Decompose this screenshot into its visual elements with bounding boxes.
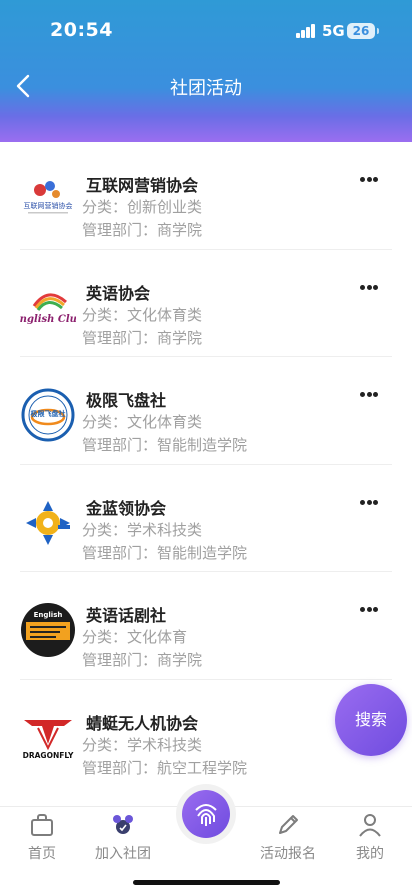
- club-category: 分类：学术科技类: [82, 735, 203, 754]
- club-name: 英语话剧社: [86, 606, 167, 625]
- pencil-icon: [279, 815, 298, 834]
- club-name: 极限飞盘社: [86, 391, 167, 410]
- club-department: 管理部门：商学院: [82, 221, 203, 239]
- fingerprint-button[interactable]: [176, 784, 236, 844]
- club-logo: 互联网营销协会: [22, 181, 74, 214]
- tab-home[interactable]: 首页: [22, 807, 62, 863]
- tab-label: 活动报名: [260, 846, 316, 862]
- group-icon: [113, 815, 133, 834]
- header: 20:54 5G 26 社团活动: [0, 0, 412, 142]
- club-name: 互联网营销协会: [86, 176, 199, 195]
- club-item[interactable]: 金蓝领协会 分类：学术科技类 管理部门：智能制造学院: [20, 465, 392, 572]
- club-logo: 极限飞盘社: [21, 388, 75, 442]
- club-category: 分类：文化体育: [82, 628, 188, 646]
- tab-label: 我的: [356, 846, 384, 862]
- network-label: 5G: [322, 22, 345, 40]
- signal-icon: [296, 24, 316, 38]
- tab-join-club[interactable]: 加入社团: [88, 807, 158, 863]
- club-department: 管理部门：智能制造学院: [82, 436, 248, 454]
- club-category: 分类：文化体育类: [82, 413, 203, 431]
- club-name: 蜻蜓无人机协会: [86, 713, 199, 733]
- club-department: 管理部门：商学院: [82, 651, 203, 669]
- battery-icon: 26: [347, 23, 379, 39]
- club-department: 管理部门：智能制造学院: [82, 543, 248, 562]
- logo-text: 极限飞盘社: [31, 409, 66, 418]
- club-logo: DRAGONFLY: [23, 719, 74, 760]
- club-item[interactable]: 极限飞盘社 极限飞盘社 分类：文化体育类 管理部门：智能制造学院: [20, 357, 392, 465]
- user-icon: [359, 814, 381, 837]
- logo-text: English: [34, 611, 63, 619]
- club-category: 分类：学术科技类: [82, 520, 203, 539]
- club-name: 英语协会: [86, 283, 151, 303]
- club-department: 管理部门：商学院: [82, 328, 203, 347]
- club-logo: English: [21, 603, 75, 657]
- logo-text: English Club: [20, 314, 76, 325]
- logo-text: 互联网营销协会: [24, 201, 73, 210]
- club-item[interactable]: DRAGONFLY 蜻蜓无人机协会 分类：学术科技类 管理部门：航空工程学院: [20, 680, 392, 788]
- club-logo: [26, 500, 70, 545]
- logo-text: DRAGONFLY: [23, 751, 74, 760]
- club-item[interactable]: 互联网营销协会 互联网营销协会 分类：创新创业类 管理部门：商学院: [20, 142, 392, 250]
- more-icon[interactable]: [360, 499, 378, 506]
- more-icon[interactable]: [360, 392, 378, 398]
- club-department: 管理部门：航空工程学院: [82, 758, 248, 777]
- more-icon[interactable]: [360, 284, 378, 291]
- fingerprint-icon: [195, 804, 217, 826]
- club-name: 金蓝领协会: [86, 498, 167, 518]
- bag-icon: [31, 814, 53, 836]
- club-item[interactable]: English Club 英语协会 分类：文化体育类 管理部门：商学院: [20, 250, 392, 357]
- more-icon[interactable]: [360, 607, 378, 613]
- tab-label: 首页: [28, 846, 56, 862]
- home-indicator: [133, 880, 280, 885]
- search-button[interactable]: 搜索: [335, 684, 407, 756]
- club-category: 分类：创新创业类: [82, 198, 203, 216]
- tab-label: 加入社团: [95, 846, 151, 862]
- club-category: 分类：文化体育类: [82, 305, 203, 324]
- more-icon[interactable]: [360, 177, 378, 183]
- status-bar: 20:54 5G 26: [0, 0, 412, 60]
- status-time: 20:54: [50, 19, 113, 41]
- club-logo: English Club: [20, 293, 76, 325]
- page-title: 社团活动: [170, 78, 242, 99]
- tab-mine[interactable]: 我的: [350, 807, 390, 863]
- club-item[interactable]: English 英语话剧社 分类：文化体育 管理部门：商学院: [20, 572, 392, 680]
- tab-activity-signup[interactable]: 活动报名: [252, 807, 324, 863]
